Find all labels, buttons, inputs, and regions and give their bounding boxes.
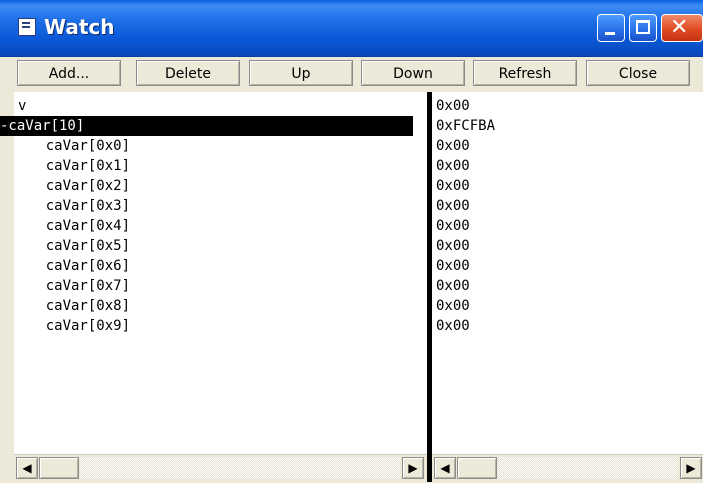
close-window-button[interactable]: ✕ [661,14,703,42]
watch-value-row[interactable]: 0x00 [436,296,470,316]
toolbar: Add... Delete Up Down Refresh Close [6,58,703,89]
values-horizontal-scrollbar[interactable]: ◀ ▶ [432,454,703,483]
watch-name-row[interactable]: caVar[0x0] [12,136,130,156]
watch-name-row[interactable]: caVar[0x5] [12,236,130,256]
close-button[interactable]: Close [586,60,690,86]
scrollbar-track[interactable] [498,457,678,479]
up-button[interactable]: Up [249,60,353,86]
watch-name-row[interactable]: v [18,96,26,116]
watch-value-row[interactable]: 0x00 [436,136,470,156]
refresh-button[interactable]: Refresh [473,60,577,86]
maximize-icon [636,20,650,34]
watch-value-row[interactable]: 0x00 [436,236,470,256]
scroll-left-arrow-icon[interactable]: ◀ [16,457,38,479]
watch-value-row[interactable]: 0x00 [436,156,470,176]
scroll-right-arrow-icon[interactable]: ▶ [680,457,702,479]
names-horizontal-scrollbar[interactable]: ◀ ▶ [14,454,427,483]
title-bar[interactable]: Watch ✕ [0,0,703,57]
add-button[interactable]: Add... [17,60,121,86]
delete-button[interactable]: Delete [136,60,240,86]
watch-name-row[interactable]: caVar[0x7] [12,276,130,296]
watch-value-row[interactable]: 0x00 [436,216,470,236]
scroll-right-arrow-icon[interactable]: ▶ [402,457,424,479]
watch-window: Watch ✕ Add... Delete Up Down Refresh Cl… [0,0,703,483]
watch-name-row[interactable]: -caVar[10] [0,116,413,136]
scrollbar-thumb[interactable] [457,457,497,479]
watch-name-row[interactable]: caVar[0x8] [12,296,130,316]
scrollbar-track[interactable] [80,457,400,479]
watch-value-row[interactable]: 0x00 [436,176,470,196]
watch-name-row[interactable]: caVar[0x3] [12,196,130,216]
watch-name-row[interactable]: caVar[0x4] [12,216,130,236]
watch-name-row[interactable]: caVar[0x2] [12,176,130,196]
watch-value-row[interactable]: 0x00 [436,276,470,296]
watch-name-row[interactable]: caVar[0x6] [12,256,130,276]
watch-value-row[interactable]: 0x00 [436,196,470,216]
minimize-icon [605,32,615,35]
watch-values-pane[interactable]: 0x00 0xFCFBA 0x00 0x00 0x00 0x00 0x00 0x00 0x00 0… [432,92,703,454]
watch-name-row[interactable]: caVar[0x9] [12,316,130,336]
watch-value-row[interactable]: 0xFCFBA [436,116,495,136]
watch-names-pane[interactable]: v -caVar[10] caVar[0x0] caVar[0x1] caVar[… [0,92,427,454]
scroll-left-arrow-icon[interactable]: ◀ [434,457,456,479]
scrollbar-thumb[interactable] [39,457,79,479]
close-icon: ✕ [670,15,689,40]
down-button[interactable]: Down [361,60,465,86]
watch-value-row[interactable]: 0x00 [436,316,470,336]
window-title: Watch [44,15,115,39]
minimize-button[interactable] [597,14,625,42]
watch-name-row[interactable]: caVar[0x1] [12,156,130,176]
watch-window-icon[interactable] [18,18,36,36]
maximize-button[interactable] [629,14,657,42]
watch-value-row[interactable]: 0x00 [436,256,470,276]
watch-value-row[interactable]: 0x00 [436,96,470,116]
